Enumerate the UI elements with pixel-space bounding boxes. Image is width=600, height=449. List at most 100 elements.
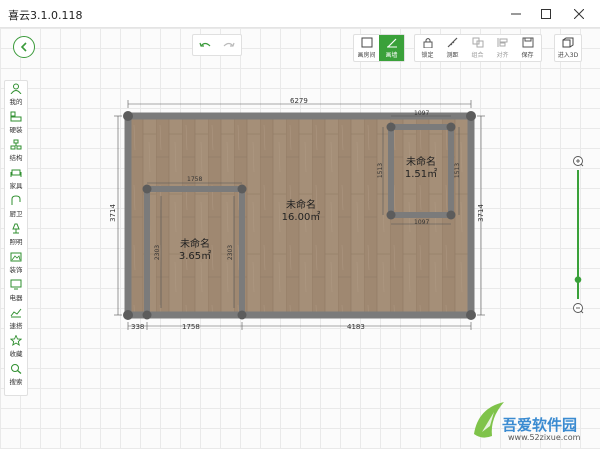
save-icon: [522, 37, 533, 48]
dim-bottom-a: 338: [131, 323, 145, 331]
zoom-out-icon[interactable]: [573, 303, 584, 314]
sidebar-item-kitchen-bath[interactable]: 厨卫: [5, 195, 27, 225]
sidebar-item-label: 我的: [9, 98, 23, 106]
zoom-control: [570, 154, 586, 316]
sidebar-item-label: 搜索: [9, 378, 23, 386]
zoom-in-icon[interactable]: [573, 156, 584, 167]
sidebar-item-label: 硬装: [9, 126, 23, 134]
dim-room1-top: 1758: [187, 176, 203, 183]
room-area: 16.00㎡: [281, 212, 321, 223]
zoom-slider-graphic: [573, 156, 584, 314]
dim-bottom-c: 4183: [347, 323, 365, 331]
undo-button[interactable]: [193, 35, 217, 55]
sidebar-item-decoration[interactable]: 装饰: [5, 251, 27, 281]
dim-outer-right: 3714: [476, 204, 485, 222]
draw-room-label: 画房间: [357, 52, 376, 59]
chevron-left-icon: [20, 42, 27, 52]
room-label-main[interactable]: 未命名 16.00㎡: [276, 200, 326, 224]
back-button[interactable]: [13, 36, 35, 58]
lamp-icon: [12, 223, 20, 234]
app-window: 喜云3.1.0.118 6279 3714 3714 338 1758 4183…: [0, 0, 600, 449]
sidebar-item-label: 家具: [9, 182, 23, 190]
sofa-icon: [10, 169, 22, 177]
left-sidebar: 我的 硬装 结构 家具 厨卫 照明 装饰 电器 速搭 收藏 搜索: [4, 80, 28, 396]
lock-icon: [423, 38, 432, 48]
faucet-icon: [11, 195, 21, 205]
room-name: 未命名: [286, 200, 316, 211]
dim-room1-right: 2303: [227, 244, 235, 261]
align-label: 对齐: [496, 52, 509, 59]
group-icon: [472, 37, 483, 48]
structure-icon: [10, 139, 22, 150]
align-button[interactable]: 对齐: [490, 35, 515, 61]
user-icon: [10, 83, 22, 94]
enter-3d-label: 进入3D: [557, 52, 579, 59]
sidebar-item-label: 结构: [9, 154, 23, 162]
group-label: 组合: [471, 52, 484, 59]
lock-button[interactable]: 锁定: [415, 35, 440, 61]
dim-outer-top: 6279: [290, 97, 308, 105]
group-button[interactable]: 组合: [465, 35, 490, 61]
draw-toolbar: 画房间 画墙: [353, 34, 405, 62]
watermark: 吾爱软件园 www.52zixue.com: [468, 392, 600, 449]
room-icon: [361, 37, 372, 48]
sidebar-item-label: 电器: [9, 294, 23, 302]
draw-room-button[interactable]: 画房间: [354, 35, 379, 61]
dim-room2-right: 1513: [454, 162, 462, 179]
room-area: 3.65㎡: [178, 251, 212, 262]
lock-label: 锁定: [421, 52, 434, 59]
sidebar-item-label: 厨卫: [9, 210, 23, 218]
save-button[interactable]: 保存: [515, 35, 540, 61]
watermark-brand: 吾爱软件园: [502, 416, 578, 434]
edit-toolbar: 锁定 测距 组合 对齐 保存: [414, 34, 542, 62]
sidebar-item-label: 速搭: [9, 322, 23, 330]
dim-room1-left: 2303: [154, 244, 162, 261]
save-label: 保存: [521, 52, 534, 59]
sidebar-item-structure[interactable]: 结构: [5, 139, 27, 169]
redo-icon: [223, 42, 235, 47]
room-area: 1.51㎡: [404, 169, 438, 180]
watermark-url: www.52zixue.com: [508, 433, 581, 442]
room-label-closet[interactable]: 未命名 1.51㎡: [396, 157, 446, 181]
redo-button[interactable]: [217, 35, 241, 55]
sidebar-item-quick-build[interactable]: 速搭: [5, 307, 27, 337]
sidebar-item-mine[interactable]: 我的: [5, 83, 27, 113]
hard-decoration-icon: [10, 111, 22, 122]
draw-wall-label: 画墙: [385, 52, 398, 59]
star-icon: [10, 335, 22, 346]
sidebar-item-label: 收藏: [9, 350, 23, 358]
dim-room2-bottom: 1097: [414, 219, 430, 226]
measure-button[interactable]: 测距: [440, 35, 465, 61]
sidebar-item-furniture[interactable]: 家具: [5, 167, 27, 197]
dim-bottom-b: 1758: [182, 323, 200, 331]
pencil-icon: [386, 38, 397, 48]
sidebar-item-appliance[interactable]: 电器: [5, 279, 27, 309]
picture-frame-icon: [10, 252, 22, 262]
undo-redo-group: [192, 34, 242, 56]
monitor-icon: [10, 279, 22, 290]
floor-plan[interactable]: [0, 0, 600, 449]
dim-room2-left: 1513: [377, 162, 385, 179]
undo-icon: [199, 42, 211, 47]
quick-build-icon: [10, 308, 22, 318]
room-name: 未命名: [180, 239, 210, 250]
search-icon: [11, 364, 22, 374]
enter-3d-button[interactable]: 进入3D: [555, 35, 581, 61]
sidebar-item-hard-decoration[interactable]: 硬装: [5, 111, 27, 141]
align-icon: [497, 38, 507, 47]
sidebar-item-label: 照明: [9, 238, 23, 246]
view-3d-toolbar: 进入3D: [554, 34, 582, 62]
dim-outer-left: 3714: [108, 204, 117, 222]
sidebar-item-lighting[interactable]: 照明: [5, 223, 27, 253]
dim-room2-top: 1097: [414, 110, 430, 117]
ruler-icon: [447, 37, 457, 48]
sidebar-item-label: 装饰: [9, 266, 23, 274]
draw-wall-button[interactable]: 画墙: [379, 35, 404, 61]
sidebar-item-search[interactable]: 搜索: [5, 363, 27, 393]
cube-3d-icon: [562, 37, 574, 48]
room-name: 未命名: [406, 157, 436, 168]
sidebar-item-favorites[interactable]: 收藏: [5, 335, 27, 365]
zoom-thumb[interactable]: [574, 276, 582, 283]
room-label-small[interactable]: 未命名 3.65㎡: [170, 239, 220, 263]
measure-label: 测距: [446, 52, 459, 59]
